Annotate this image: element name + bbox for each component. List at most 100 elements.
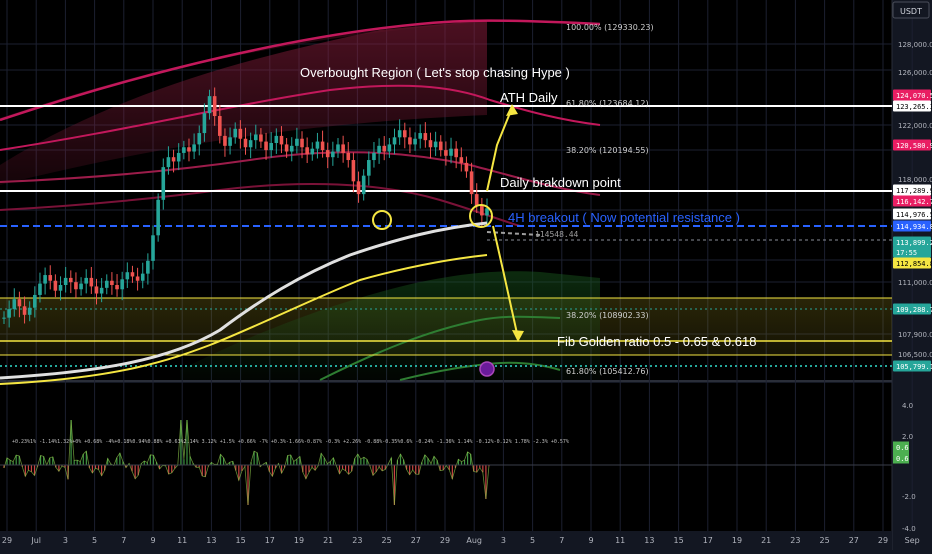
candle-body [289, 145, 294, 152]
candle-body [284, 144, 289, 152]
candle-body [341, 144, 345, 153]
candle-body [382, 145, 387, 152]
candle-body [63, 277, 68, 285]
candle-body [7, 309, 11, 318]
candle-body [79, 283, 83, 290]
x-tick-label: 9 [588, 536, 593, 545]
x-tick-label: 11 [615, 536, 625, 545]
candle-body [212, 96, 217, 117]
price-tag: 105,799.1 [893, 360, 932, 372]
x-tick-label: 23 [352, 536, 362, 545]
candle-body [228, 137, 232, 146]
candle-body [233, 128, 238, 138]
candle-body [295, 138, 299, 146]
x-tick-label: 15 [674, 536, 684, 545]
candle-body [351, 160, 356, 182]
event-marker[interactable] [479, 361, 495, 377]
annotation-overbought: Overbought Region ( Let's stop chasing H… [300, 65, 570, 80]
candle-body [469, 171, 474, 195]
candle-body [12, 299, 17, 310]
indicator-y-tick-label: 4.0 [902, 402, 913, 410]
price-tag-label: 117,289.9 [896, 187, 932, 195]
price-tag-label: 112,854.8 [896, 260, 932, 268]
indicator-tag-label: 0.6 [896, 455, 909, 463]
fib-label-382-top: 38.20% (120194.55) [566, 146, 649, 155]
x-tick-label: 3 [501, 536, 506, 545]
price-tag-label: 124,070.5 [896, 92, 932, 100]
candle-body [120, 279, 124, 290]
candle-body [474, 194, 479, 206]
candle-body [438, 141, 443, 151]
indicator-percent-row: +0.23%1% -1.14%1.32%+0% +0.68% -4%+0.18%… [12, 439, 569, 445]
price-tag: 112,854.8 [893, 257, 932, 269]
candle-body [372, 152, 376, 161]
price-tag-label: 123,265.3 [896, 103, 932, 111]
indicator-pane[interactable] [0, 383, 892, 531]
candle-body [74, 282, 78, 290]
x-tick-label: 7 [559, 536, 564, 545]
candle-body [248, 140, 253, 148]
y-tick-label: 106,500.0 [898, 351, 932, 359]
candle-body [367, 160, 371, 176]
candle-body [135, 276, 140, 281]
x-tick-label: 29 [440, 536, 450, 545]
x-tick-label: 9 [150, 536, 155, 545]
x-tick-label: Jul [30, 536, 41, 545]
candle-body [418, 133, 423, 139]
price-tag: 117,289.9 [893, 184, 932, 196]
fib-label-100: 100.00% (129330.23) [566, 23, 654, 32]
candle-body [146, 260, 150, 274]
indicator-y-tick-label: -4.0 [902, 525, 916, 533]
candle-body [161, 167, 166, 200]
fib-label-618-bottom: 61.80% (105412.76) [566, 367, 649, 376]
candle-body [176, 152, 181, 162]
price-tag: 114,976.5 [893, 208, 932, 220]
candle-body [207, 96, 212, 114]
candle-body [151, 235, 155, 261]
price-tag-label: 113,899.2 [896, 239, 932, 247]
x-tick-label: 13 [644, 536, 654, 545]
candle-body [110, 280, 114, 285]
price-tag: 116,142.7 [893, 195, 932, 207]
x-tick-label: 5 [92, 536, 97, 545]
candle-body [192, 144, 196, 152]
candle-body [84, 277, 89, 284]
candle-body [223, 135, 227, 146]
candle-body [464, 162, 469, 172]
candle-body [187, 147, 191, 152]
candle-body [320, 141, 325, 151]
candle-body [356, 181, 361, 195]
price-tag-label: 17:55 [896, 249, 917, 257]
candle-body [58, 285, 63, 291]
candle-body [423, 133, 428, 141]
annotation-breakdown: Daily brakdown point [500, 175, 621, 190]
price-tag-label: 105,799.1 [896, 363, 932, 371]
candle-body [325, 150, 330, 158]
x-tick-label: 25 [382, 536, 392, 545]
candle-body [402, 130, 407, 138]
candle-body [264, 141, 268, 151]
price-tag: 109,288.7 [893, 303, 932, 315]
x-tick-label: 19 [732, 536, 742, 545]
indicator-tag-label: 0.6 [896, 444, 909, 452]
candle-body [125, 272, 130, 280]
candle-body [454, 148, 458, 158]
x-tick-label: 11 [177, 536, 187, 545]
price-tag-label: 116,142.7 [896, 198, 932, 206]
candle-body [336, 144, 340, 152]
candle-body [89, 277, 94, 287]
candle-body [130, 272, 135, 277]
candle-body [392, 137, 397, 145]
x-tick-label: 29 [2, 536, 12, 545]
candle-body [269, 143, 273, 151]
candle-body [99, 287, 104, 294]
candle-body [315, 141, 320, 149]
x-tick-label: 21 [323, 536, 333, 545]
candle-body [94, 286, 99, 294]
candle-body [33, 294, 37, 308]
candle-body [331, 151, 335, 158]
price-tag-label: 109,288.7 [896, 306, 932, 314]
candle-body [444, 150, 448, 156]
candle-body [428, 140, 433, 148]
indicator-y-tick-label: -2.0 [902, 493, 916, 501]
